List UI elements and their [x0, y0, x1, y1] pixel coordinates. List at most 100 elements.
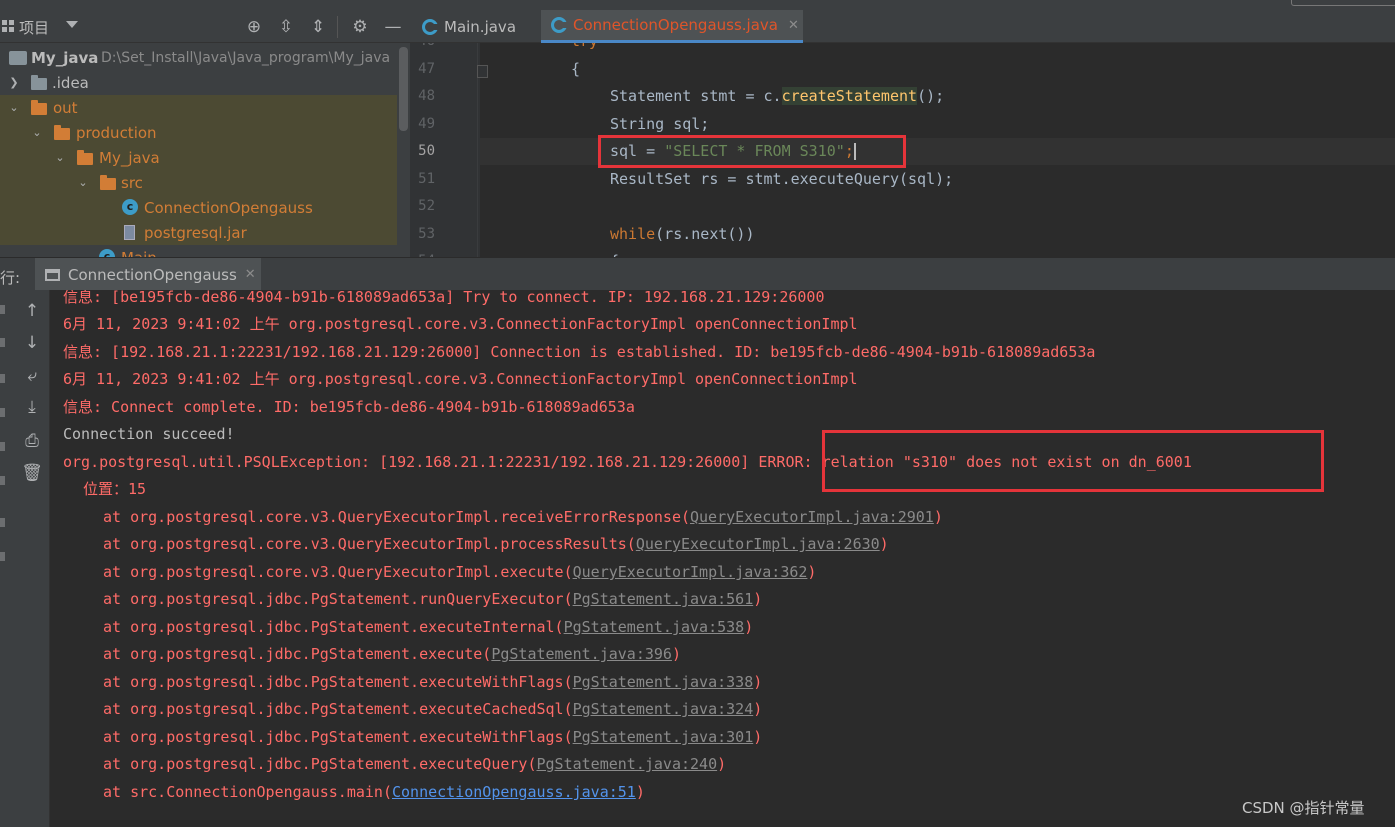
code-editor[interactable]: 46 47 48 49 50 51 52 53 54 try { Stateme… [410, 43, 1395, 257]
tab-connection-opengauss-java[interactable]: ConnectionOpengauss.java ✕ [541, 10, 803, 43]
tree-item-src[interactable]: ⌄ src [0, 170, 397, 195]
stack-trace-line: at org.postgresql.core.v3.QueryExecutorI… [103, 507, 943, 527]
source-link[interactable]: QueryExecutorImpl.java:2901 [690, 508, 934, 526]
stack-trace-line: at src.ConnectionOpengauss.main(Connecti… [103, 782, 645, 802]
scrollbar-thumb[interactable] [399, 47, 408, 131]
strip-icon[interactable] [0, 552, 5, 561]
line-number-gutter: 46 47 48 49 50 51 52 53 54 [410, 43, 480, 257]
stack-frame: at org.postgresql.jdbc.PgStatement.execu… [103, 645, 492, 663]
java-class-icon [422, 18, 439, 35]
stack-frame-end: ) [753, 673, 763, 691]
stack-trace-line: at org.postgresql.jdbc.PgStatement.execu… [103, 699, 762, 719]
tab-label: Main.java [444, 17, 517, 36]
stack-trace-line: at org.postgresql.jdbc.PgStatement.execu… [103, 617, 753, 637]
folder-icon [54, 125, 70, 140]
tree-item-main[interactable]: c Main [0, 245, 397, 257]
tree-item-label: Main [121, 249, 157, 258]
soft-wrap-icon[interactable]: ⤶ [21, 365, 43, 387]
header-bar: 项目 ⊕ ⇳ ⇕ ⚙ — Main.java ConnectionOpengau… [0, 0, 1395, 43]
chevron-right-icon[interactable]: ❯ [8, 76, 20, 89]
java-class-icon: c [99, 249, 115, 257]
code-line-49: String sql; [610, 115, 710, 133]
chevron-down-icon[interactable]: ⌄ [31, 126, 43, 139]
arrow-up-icon[interactable]: ↑ [21, 300, 43, 322]
source-link-user-code[interactable]: ConnectionOpengauss.java:51 [392, 783, 636, 801]
source-link[interactable]: PgStatement.java:561 [573, 590, 754, 608]
folder-icon [77, 150, 93, 165]
arrow-down-icon[interactable]: ↓ [21, 332, 43, 354]
close-icon[interactable]: ✕ [245, 267, 256, 282]
tree-item-my-java[interactable]: ⌄ My_java [0, 145, 397, 170]
strip-icon[interactable] [0, 442, 5, 451]
tree-scrollbar[interactable] [397, 43, 410, 257]
console-line: 信息: [be195fcb-de86-4904-b91b-618089ad653… [63, 290, 825, 306]
tree-item-idea[interactable]: ❯ .idea [0, 70, 397, 95]
close-icon[interactable]: ✕ [788, 18, 799, 33]
source-link[interactable]: PgStatement.java:301 [573, 728, 754, 746]
source-link[interactable]: QueryExecutorImpl.java:2630 [636, 535, 880, 553]
strip-icon[interactable] [0, 305, 5, 314]
tree-item-out[interactable]: ⌄ out [0, 95, 397, 120]
scroll-to-end-icon[interactable]: ⤓ [21, 396, 43, 418]
source-link[interactable]: PgStatement.java:396 [491, 645, 672, 663]
strip-icon[interactable] [0, 374, 5, 383]
strip-icon[interactable] [0, 338, 5, 347]
code-text: (rs.next()) [655, 225, 755, 243]
chevron-down-icon[interactable]: ⌄ [54, 151, 66, 164]
console-output[interactable]: 信息: [be195fcb-de86-4904-b91b-618089ad653… [50, 290, 1395, 827]
stack-frame-end: ) [744, 618, 754, 636]
console-line: 信息: Connect complete. ID: be195fcb-de86-… [63, 398, 635, 416]
code-line-47: { [571, 60, 581, 78]
line-number: 51 [418, 171, 435, 187]
minimize-icon[interactable]: — [382, 16, 404, 38]
stack-frame-end: ) [807, 563, 817, 581]
collapse-all-icon[interactable]: ⇕ [307, 16, 329, 38]
line-number: 52 [418, 198, 435, 214]
fold-marker-icon[interactable] [477, 65, 488, 78]
highlight-box-sql [598, 135, 906, 168]
print-icon[interactable]: ⎙ [21, 430, 43, 452]
tab-main-java[interactable]: Main.java [420, 10, 538, 43]
strip-icon[interactable] [0, 476, 5, 485]
window-edge [1291, 0, 1395, 6]
stack-frame: at org.postgresql.jdbc.PgStatement.execu… [103, 673, 573, 691]
locate-target-icon[interactable]: ⊕ [243, 16, 265, 38]
tree-item-label: My_java [99, 148, 160, 167]
tree-item-label: out [53, 98, 78, 117]
project-tree: My_java D:\Set_Install\Java\Java_program… [0, 43, 410, 257]
project-panel-header[interactable]: 项目 ⊕ ⇳ ⇕ ⚙ — [0, 10, 410, 43]
source-link[interactable]: PgStatement.java:324 [573, 700, 754, 718]
tree-item-connection-opengauss[interactable]: c ConnectionOpengauss [0, 195, 397, 220]
java-class-icon [551, 17, 568, 33]
strip-icon[interactable] [0, 518, 5, 527]
console-line: 6月 11, 2023 9:41:02 上午 org.postgresql.co… [63, 370, 858, 388]
console-line: Connection succeed! [63, 425, 235, 443]
source-link[interactable]: PgStatement.java:240 [536, 755, 717, 773]
line-number: 48 [418, 88, 435, 104]
code-text: Statement stmt = c. [610, 87, 782, 105]
gear-icon[interactable]: ⚙ [349, 16, 371, 38]
source-link[interactable]: PgStatement.java:338 [573, 673, 754, 691]
tree-item-label: production [76, 123, 157, 142]
source-link[interactable]: PgStatement.java:538 [564, 618, 745, 636]
strip-icon[interactable] [0, 408, 5, 417]
chevron-down-icon[interactable]: ⌄ [8, 101, 20, 114]
tree-item-label: ConnectionOpengauss [144, 198, 313, 217]
tree-item-production[interactable]: ⌄ production [0, 120, 397, 145]
stack-frame: at org.postgresql.core.v3.QueryExecutorI… [103, 535, 636, 553]
tree-root-row[interactable]: My_java D:\Set_Install\Java\Java_program… [0, 45, 397, 70]
tree-item-postgresql-jar[interactable]: postgresql.jar [0, 220, 397, 245]
source-link[interactable]: QueryExecutorImpl.java:362 [573, 563, 808, 581]
chevron-down-icon[interactable] [66, 21, 78, 28]
console-line: 信息: [192.168.21.1:22231/192.168.21.129:2… [63, 343, 1096, 361]
folder-icon [31, 75, 47, 90]
expand-all-icon[interactable]: ⇳ [275, 16, 297, 38]
stack-trace-line: at org.postgresql.jdbc.PgStatement.execu… [103, 672, 762, 692]
watermark: CSDN @指针常量 [1242, 799, 1365, 817]
trash-icon[interactable]: 🗑 [21, 462, 43, 484]
stack-frame-end: ) [717, 755, 727, 773]
code-text: (); [917, 87, 945, 105]
chevron-down-icon[interactable]: ⌄ [77, 176, 89, 189]
run-tab-connection-opengauss[interactable]: ConnectionOpengauss ✕ [35, 258, 261, 291]
stack-frame: at org.postgresql.jdbc.PgStatement.runQu… [103, 590, 573, 608]
